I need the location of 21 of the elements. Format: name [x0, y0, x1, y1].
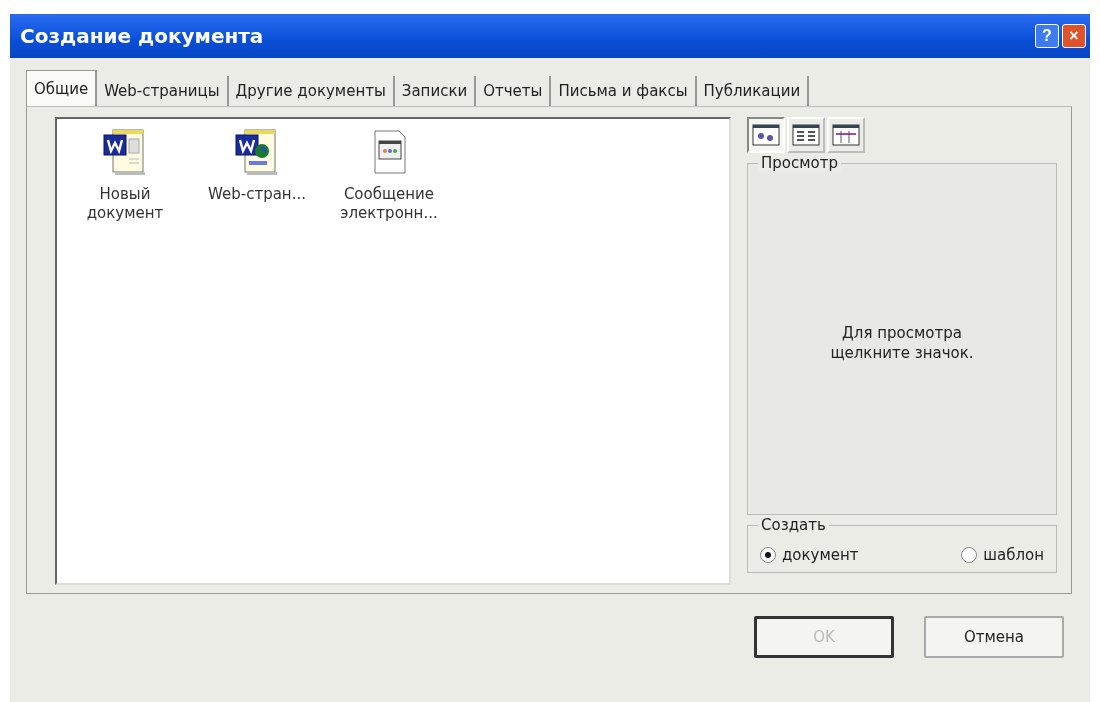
template-item[interactable]: Новый документ	[65, 125, 185, 225]
preview-hint: Для просмотра щелкните значок.	[829, 323, 975, 363]
radio-option[interactable]: документ	[760, 546, 859, 564]
view-button[interactable]	[747, 117, 785, 153]
group-title: Просмотр	[758, 154, 841, 172]
radio-button[interactable]	[961, 547, 978, 563]
details-view-icon	[831, 122, 861, 148]
radio-option[interactable]: шаблон	[961, 546, 1044, 564]
large-icons-view-icon	[751, 122, 781, 148]
group-title: Создать	[758, 516, 829, 534]
radio-label: документ	[782, 546, 859, 564]
list-view-icon	[791, 122, 821, 148]
radio-button[interactable]	[760, 547, 776, 563]
template-item[interactable]: Web-стран...	[197, 125, 317, 206]
close-button[interactable]: ×	[1062, 24, 1086, 48]
window-title: Создание документа	[20, 24, 265, 48]
help-button[interactable]: ?	[1035, 24, 1059, 48]
tab[interactable]: Общие	[26, 70, 98, 106]
radio-label: шаблон	[983, 546, 1044, 564]
dialog-button[interactable]: Отмена	[924, 616, 1064, 658]
template-item[interactable]: Сообщение электронн...	[329, 125, 449, 225]
